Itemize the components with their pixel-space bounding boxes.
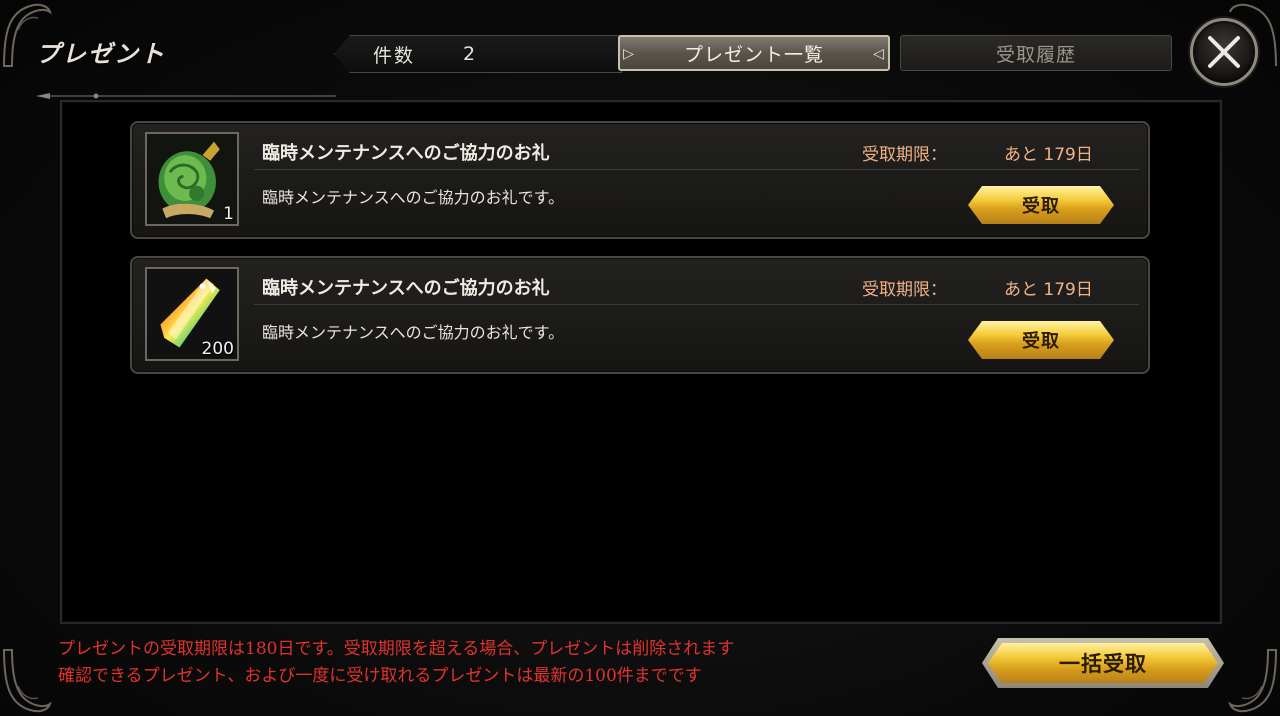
count-label: 件数 [373,44,416,67]
green-scroll-icon: 1 [145,132,239,226]
receive-button[interactable]: 受取 [968,186,1114,224]
deadline-value: あと 179日 [1004,280,1093,300]
item-divider [254,304,1139,305]
present-screen: プレゼント 件数 2 ▷ プレゼント一覧 ◁ 受取履歴 1 臨時メンテナンスへの… [0,0,1280,716]
notice-line: プレゼントの受取期限は180日です。受取期限を超える場合、プレゼントは削除されま… [58,639,735,659]
close-icon [1208,36,1240,68]
corner-ornament [1210,646,1280,716]
deadline-label: 受取期限： [862,145,947,165]
close-button[interactable] [1190,18,1258,86]
item-description: 臨時メンテナンスへのご協力のお礼です。 [262,323,565,342]
tab-receive-history[interactable]: 受取履歴 [900,35,1172,71]
item-quantity: 200 [201,339,234,359]
receive-button-label: 受取 [1022,196,1060,217]
present-count: 件数 2 [334,35,622,73]
item-description: 臨時メンテナンスへのご協力のお礼です。 [262,188,565,207]
present-item: 1 臨時メンテナンスへのご協力のお礼 受取期限： あと 179日 臨時メンテナン… [130,121,1150,239]
page-title: プレゼント [36,40,166,68]
item-quantity: 1 [223,204,234,224]
item-title: 臨時メンテナンスへのご協力のお礼 [262,278,550,299]
bulk-receive-button[interactable]: 一括受取 [982,638,1224,688]
present-item: 200 臨時メンテナンスへのご協力のお礼 受取期限： あと 179日 臨時メンテ… [130,256,1150,374]
notice-line: 確認できるプレゼント、および一度に受け取れるプレゼントは最新の100件までです [58,666,702,686]
item-title: 臨時メンテナンスへのご協力のお礼 [262,143,550,164]
tab-present-list[interactable]: ▷ プレゼント一覧 ◁ [618,35,890,71]
chevron-right-icon: ▷ [623,46,635,62]
tab-label: 受取履歴 [995,43,1076,66]
bulk-receive-label: 一括受取 [1059,652,1147,676]
receive-button[interactable]: 受取 [968,321,1114,359]
deadline-label: 受取期限： [862,280,947,300]
receive-button-label: 受取 [1022,331,1060,352]
title-divider [36,84,336,99]
count-value: 2 [463,43,476,65]
item-divider [254,169,1139,170]
chevron-left-icon: ◁ [873,46,885,62]
rainbow-crystal-icon: 200 [145,267,239,361]
deadline-value: あと 179日 [1004,145,1093,165]
notice-text: プレゼントの受取期限は180日です。受取期限を超える場合、プレゼントは削除されま… [58,636,734,690]
bulk-receive-button-face: 一括受取 [988,643,1218,683]
tab-label: プレゼント一覧 [683,43,824,66]
